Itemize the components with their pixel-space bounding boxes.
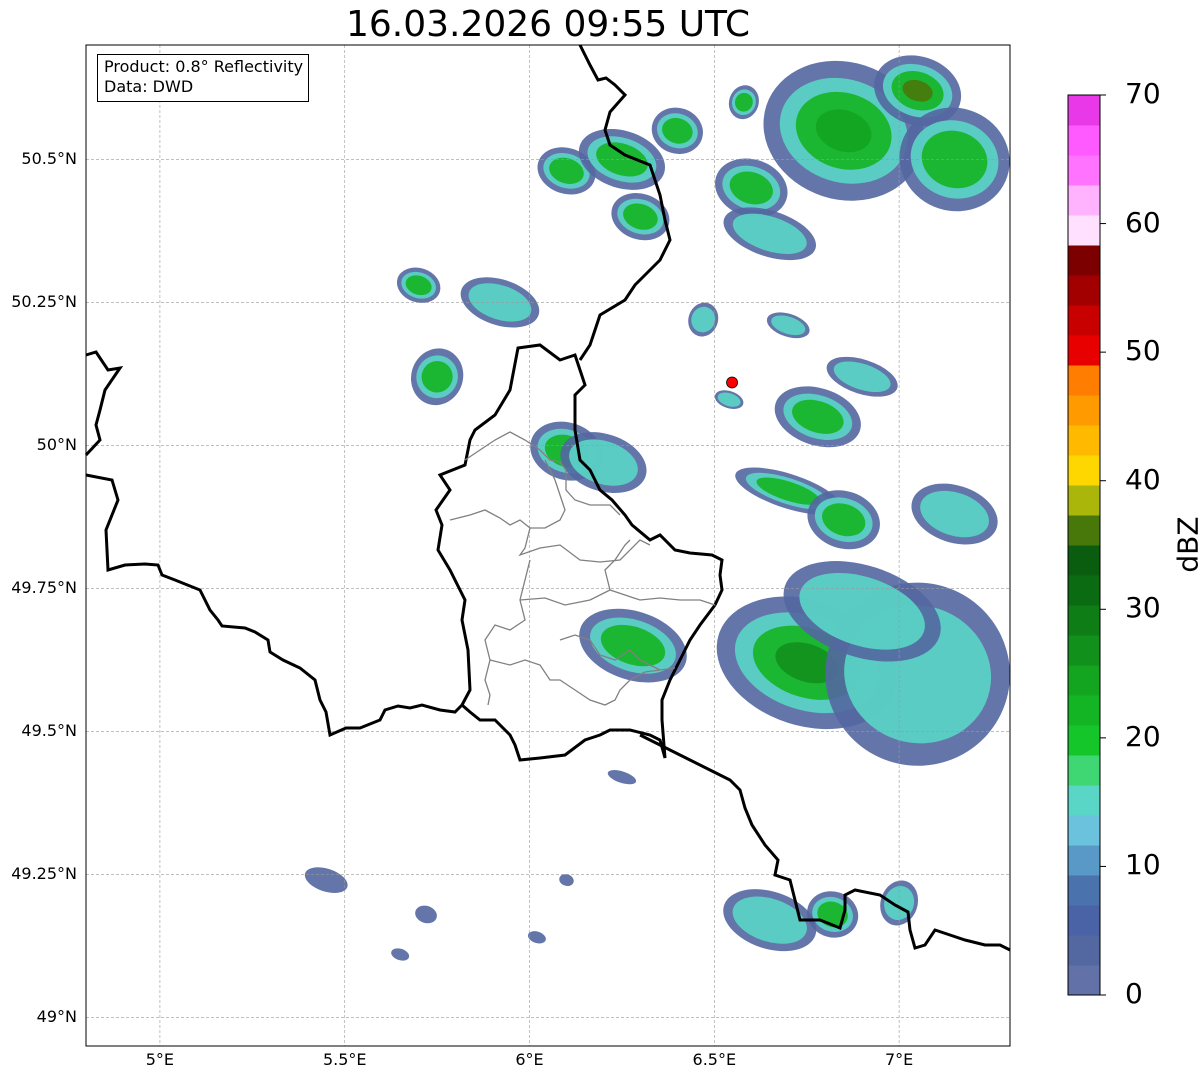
colorbar-tick-label: 60 — [1125, 205, 1161, 239]
colorbar-segment — [1068, 815, 1100, 846]
colorbar-tick-label: 10 — [1125, 848, 1161, 882]
radar-site-layer — [726, 376, 738, 389]
lat-tick-label: 49°N — [36, 1007, 77, 1027]
lat-tick-label: 50°N — [36, 435, 77, 455]
region-border-7 — [604, 539, 631, 591]
colorbar-tick-label: 40 — [1125, 462, 1161, 496]
colorbar-segment — [1068, 485, 1100, 516]
lat-tick-label: 50.25°N — [11, 292, 77, 312]
product-label: Product: 0.8° Reflectivity — [104, 57, 304, 76]
colorbar-tick-label: 70 — [1125, 77, 1161, 110]
colorbar-segment — [1068, 965, 1100, 996]
lon-tick-label: 6°E — [515, 1050, 544, 1069]
colorbar-title: dBZ — [1171, 516, 1202, 573]
echo-cell — [559, 874, 574, 887]
info-box: Product: 0.8° Reflectivity Data: DWD — [97, 54, 310, 102]
lat-tick-label: 50.5°N — [21, 149, 77, 169]
colorbar-segment — [1068, 515, 1100, 546]
colorbar-segment — [1068, 155, 1100, 186]
echo-cell — [304, 867, 348, 893]
colorbar-segment — [1068, 875, 1100, 906]
lat-tick-label: 49.25°N — [11, 864, 77, 884]
colorbar-segment — [1068, 545, 1100, 576]
lon-tick-label: 5.5°E — [322, 1050, 367, 1069]
colorbar-segment — [1068, 695, 1100, 726]
colorbar-segment — [1068, 185, 1100, 216]
colorbar-segment — [1068, 725, 1100, 756]
radar-map-figure — [84, 44, 1106, 1047]
region-border-3 — [484, 559, 531, 706]
lat-tick-label: 49.75°N — [11, 578, 77, 598]
colorbar-tick-label: 30 — [1125, 591, 1161, 625]
colorbar-tick-label: 0 — [1125, 977, 1143, 1010]
colorbar-segment — [1068, 935, 1100, 966]
echo-cell — [911, 483, 998, 545]
precipitation-echo-layer — [304, 55, 1010, 961]
data-source-label: Data: DWD — [104, 77, 194, 96]
colorbar-segment — [1068, 755, 1100, 786]
echo-cell — [396, 267, 441, 303]
echo-cell — [415, 905, 437, 924]
colorbar-segment — [1068, 455, 1100, 486]
echo-cell — [714, 390, 744, 409]
lat-tick-label: 49.5°N — [21, 721, 77, 741]
colorbar-segment — [1068, 395, 1100, 426]
colorbar-segment — [1068, 245, 1100, 276]
colorbar-segment — [1068, 905, 1100, 936]
lon-tick-label: 5°E — [145, 1050, 175, 1069]
colorbar-segment — [1068, 575, 1100, 606]
colorbar-segment — [1068, 365, 1100, 396]
echo-cell — [766, 312, 810, 339]
colorbar-tick-label: 50 — [1125, 334, 1161, 368]
echo-cell — [607, 770, 637, 785]
colorbar-segment — [1068, 335, 1100, 366]
region-border-4 — [519, 589, 716, 606]
colorbar — [1067, 94, 1106, 996]
colorbar-segment — [1068, 785, 1100, 816]
colorbar-segment — [1068, 635, 1100, 666]
region-border-2 — [449, 509, 651, 563]
colorbar-segment — [1068, 425, 1100, 456]
echo-cell — [688, 302, 719, 337]
country-border-belgium-france — [85, 473, 464, 738]
colorbar-segment — [1068, 305, 1100, 336]
map-title: 16.03.2026 09:55 UTC — [345, 4, 751, 45]
colorbar-segment — [1068, 845, 1100, 876]
colorbar-segment — [1068, 215, 1100, 246]
colorbar-segment — [1068, 605, 1100, 636]
echo-cell — [728, 85, 759, 120]
lon-tick-label: 6.5°E — [692, 1050, 737, 1069]
colorbar-tick-label: 20 — [1125, 719, 1161, 753]
lon-tick-label: 7°E — [884, 1050, 914, 1069]
echo-cell — [579, 608, 687, 683]
colorbar-segment — [1068, 95, 1100, 126]
echo-cell — [410, 348, 464, 406]
colorbar-segment — [1068, 275, 1100, 306]
colorbar-segment — [1068, 125, 1100, 156]
colorbar-segment — [1068, 665, 1100, 696]
radar-site-marker — [726, 376, 738, 389]
country-border-west — [84, 350, 124, 457]
echo-cell — [391, 948, 410, 961]
